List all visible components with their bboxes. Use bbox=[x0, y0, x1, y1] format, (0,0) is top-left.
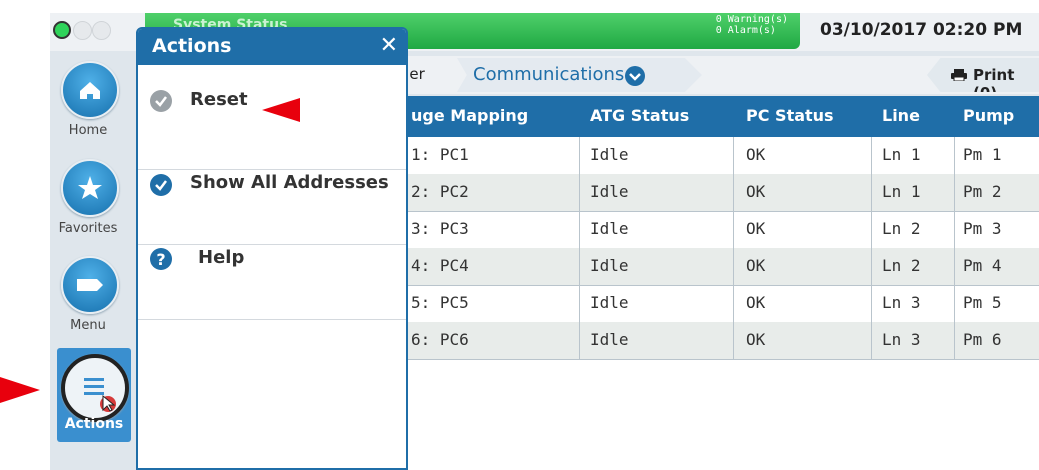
cell-line: Ln 3 bbox=[882, 293, 921, 312]
column-divider bbox=[871, 137, 872, 360]
annotation-arrow-actions bbox=[0, 377, 40, 403]
cell-pc-status: OK bbox=[746, 145, 766, 164]
cell-atg-status: Idle bbox=[590, 182, 629, 201]
nav-label-favorites: Favorites bbox=[58, 221, 118, 236]
actions-panel: Actions ✕ Reset Show All Addresses ? Hel… bbox=[136, 27, 408, 470]
print-button[interactable]: Print (0) bbox=[927, 58, 1039, 92]
action-help-label: Help bbox=[198, 247, 245, 268]
cell-line: Ln 1 bbox=[882, 145, 921, 164]
cell-atg-status: Idle bbox=[590, 219, 629, 238]
tab-controller[interactable]: ller bbox=[401, 56, 456, 94]
cell-atg-status: Idle bbox=[590, 145, 629, 164]
cell-line: Ln 2 bbox=[882, 256, 921, 275]
datetime: 03/10/2017 02:20 PM bbox=[820, 20, 1023, 40]
cell-pc-status: OK bbox=[746, 182, 766, 201]
column-divider bbox=[733, 137, 734, 360]
printer-icon bbox=[951, 69, 967, 81]
cell-pump: Pm 1 bbox=[963, 145, 1002, 164]
cell-pump: Pm 3 bbox=[963, 219, 1002, 238]
close-icon[interactable]: ✕ bbox=[380, 33, 398, 58]
cell-pc-status: OK bbox=[746, 219, 766, 238]
cell-pc-status: OK bbox=[746, 330, 766, 349]
cell-mapping: 2: PC2 bbox=[411, 182, 469, 201]
column-divider bbox=[954, 137, 955, 360]
cell-mapping: 6: PC6 bbox=[411, 330, 469, 349]
tab-communications-label: Communications bbox=[473, 64, 625, 85]
column-divider bbox=[579, 137, 580, 360]
question-circle-icon: ? bbox=[150, 248, 172, 270]
nav-actions[interactable]: Actions bbox=[57, 348, 131, 442]
chevron-down-icon[interactable] bbox=[625, 66, 645, 86]
tab-communications[interactable]: Communications bbox=[457, 58, 702, 92]
cell-pump: Pm 5 bbox=[963, 293, 1002, 312]
nav-label-menu: Menu bbox=[70, 318, 106, 333]
col-header-atg-status: ATG Status bbox=[590, 106, 690, 125]
annotation-arrow-reset bbox=[262, 98, 300, 122]
action-show-all-addresses[interactable]: Show All Addresses bbox=[138, 170, 406, 245]
status-indicator-off bbox=[92, 21, 111, 40]
cell-pump: Pm 2 bbox=[963, 182, 1002, 201]
cell-pc-status: OK bbox=[746, 293, 766, 312]
cell-line: Ln 3 bbox=[882, 330, 921, 349]
col-header-pc-status: PC Status bbox=[746, 106, 834, 125]
left-nav: Home Favorites Menu Actions bbox=[50, 51, 137, 470]
alarm-count: 0 Alarm(s) bbox=[715, 25, 776, 36]
check-circle-icon bbox=[150, 174, 172, 196]
check-circle-icon bbox=[150, 90, 172, 112]
actions-panel-title: Actions bbox=[152, 35, 232, 57]
nav-label-home: Home bbox=[68, 123, 108, 138]
cell-mapping: 5: PC5 bbox=[411, 293, 469, 312]
col-header-pump: Pump bbox=[963, 106, 1015, 125]
actions-list-icon bbox=[61, 354, 129, 422]
cell-mapping: 3: PC3 bbox=[411, 219, 469, 238]
nav-label-actions: Actions bbox=[64, 416, 124, 432]
cell-line: Ln 1 bbox=[882, 182, 921, 201]
action-show-all-addresses-label: Show All Addresses bbox=[190, 172, 389, 193]
cell-atg-status: Idle bbox=[590, 293, 629, 312]
cell-atg-status: Idle bbox=[590, 256, 629, 275]
menu-arrow-icon bbox=[61, 256, 119, 314]
cell-pump: Pm 4 bbox=[963, 256, 1002, 275]
star-icon bbox=[61, 159, 119, 217]
actions-panel-header: Actions ✕ bbox=[138, 29, 406, 65]
status-indicator-off bbox=[73, 21, 92, 40]
action-reset-label: Reset bbox=[190, 89, 248, 110]
cell-pump: Pm 6 bbox=[963, 330, 1002, 349]
cell-atg-status: Idle bbox=[590, 330, 629, 349]
col-header-mapping: uge Mapping bbox=[411, 106, 529, 125]
warning-count: 0 Warning(s) bbox=[715, 14, 788, 25]
home-icon bbox=[61, 61, 119, 119]
cell-pc-status: OK bbox=[746, 256, 766, 275]
cell-mapping: 1: PC1 bbox=[411, 145, 469, 164]
col-header-line: Line bbox=[882, 106, 920, 125]
warning-alarm-counts: 0 Warning(s) 0 Alarm(s) bbox=[716, 14, 788, 36]
cell-mapping: 4: PC4 bbox=[411, 256, 469, 275]
svg-text:?: ? bbox=[156, 250, 165, 269]
action-help[interactable]: ? Help bbox=[138, 245, 406, 320]
cell-line: Ln 2 bbox=[882, 219, 921, 238]
status-indicator-green bbox=[53, 21, 71, 39]
